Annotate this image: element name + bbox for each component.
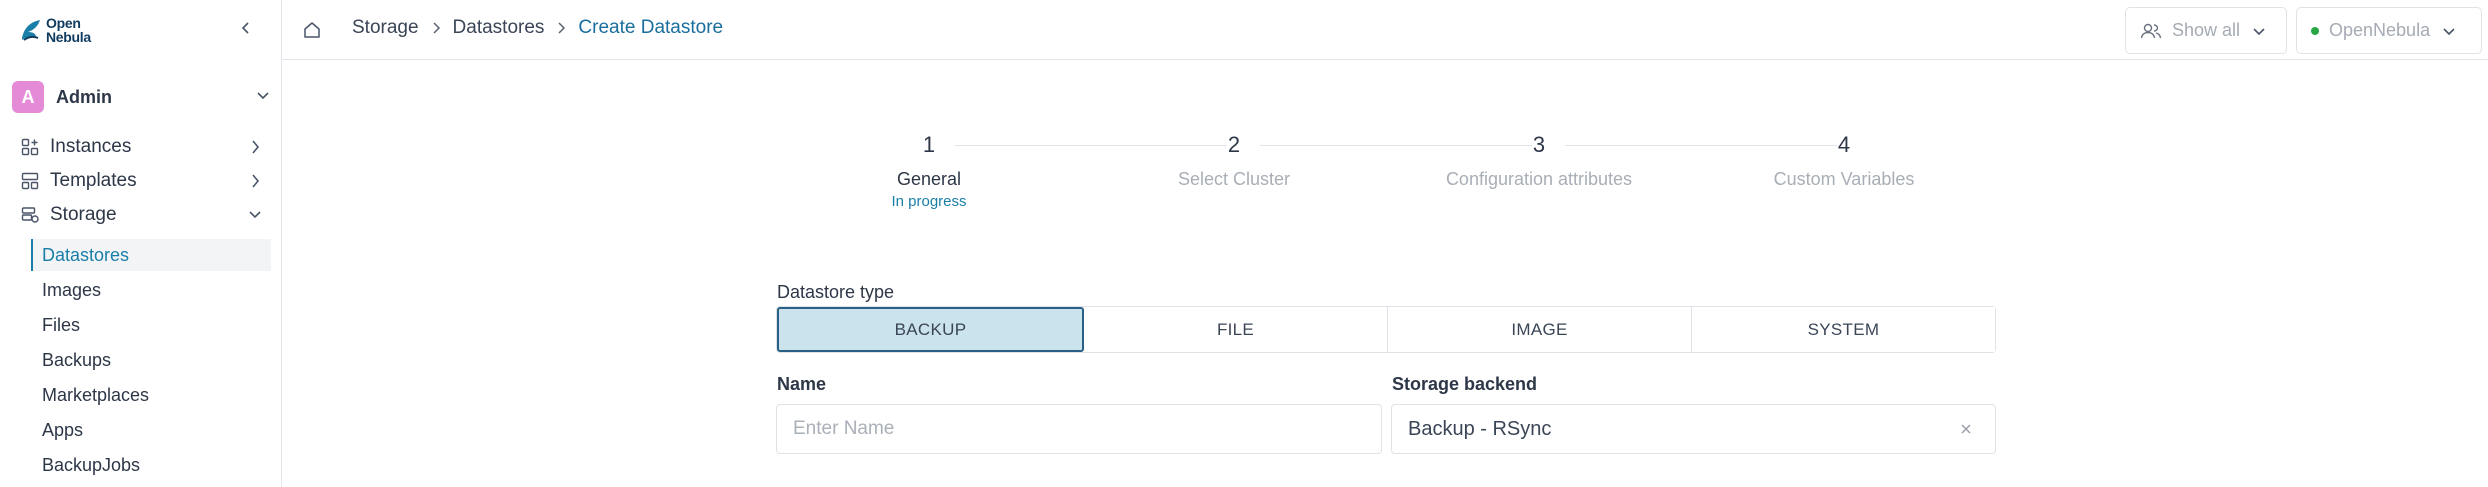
sidebar-subitem-files[interactable]: Files <box>31 309 271 341</box>
sidebar-subitem-backupjobs[interactable]: BackupJobs <box>31 449 271 481</box>
breadcrumb: Storage Datastores Create Datastore <box>352 17 723 39</box>
sidebar-item-storage[interactable]: Storage <box>20 200 270 230</box>
sidebar-item-label: Instances <box>50 136 132 157</box>
sidebar-subitem-datastores[interactable]: Datastores <box>31 239 271 271</box>
chevron-right-icon <box>431 21 441 35</box>
chevron-right-icon <box>556 21 566 35</box>
logo-line-2: Nebula <box>46 29 91 45</box>
templates-icon <box>20 171 40 191</box>
step-number: 3 <box>1532 132 1546 157</box>
storage-backend-value: Backup - RSync <box>1408 417 1552 440</box>
chevron-right-icon <box>252 174 260 188</box>
breadcrumb-storage[interactable]: Storage <box>352 17 419 39</box>
step-number: 1 <box>922 132 936 157</box>
datastore-type-image-button[interactable]: IMAGE <box>1388 307 1692 352</box>
zone-selector-button[interactable]: OpenNebula <box>2296 7 2482 54</box>
chevron-down-icon <box>2443 27 2455 35</box>
sidebar-item-label: Storage <box>50 204 117 225</box>
home-button[interactable] <box>302 20 322 40</box>
logo-text: Open Nebula <box>46 16 91 44</box>
datastore-type-label: Datastore type <box>777 282 895 302</box>
sidebar-subitem-images[interactable]: Images <box>31 274 271 306</box>
step-configuration-attributes[interactable]: 3 Configuration attributes <box>1419 132 1659 190</box>
sidebar-item-instances[interactable]: Instances <box>20 132 270 162</box>
chevron-left-icon <box>241 22 249 34</box>
user-menu[interactable]: A Admin <box>12 80 270 114</box>
step-select-cluster[interactable]: 2 Select Cluster <box>1114 132 1354 190</box>
logo-line-1: Open <box>46 15 81 31</box>
chevron-down-icon <box>257 92 269 100</box>
step-label: Configuration attributes <box>1445 169 1633 189</box>
opennebula-logo[interactable]: Open Nebula <box>20 16 91 44</box>
sidebar-subitem-apps[interactable]: Apps <box>31 414 271 446</box>
user-name: Admin <box>56 86 112 107</box>
storage-backend-label: Storage backend <box>1392 374 1538 394</box>
datastore-type-toggle-group: BACKUP FILE IMAGE SYSTEM <box>776 306 1996 353</box>
show-all-label: Show all <box>2172 20 2241 40</box>
sidebar: Open Nebula A Admin Instances Templates <box>0 0 282 487</box>
collapse-sidebar-button[interactable] <box>236 18 256 38</box>
step-label: Custom Variables <box>1773 169 1915 189</box>
storage-backend-select[interactable]: Backup - RSync <box>1391 404 1996 454</box>
clear-icon[interactable] <box>1959 422 1973 436</box>
instances-icon <box>20 137 40 157</box>
step-label: Select Cluster <box>1177 169 1291 189</box>
breadcrumb-create-datastore: Create Datastore <box>578 17 724 38</box>
step-status: In progress <box>891 193 967 210</box>
name-label: Name <box>777 374 827 394</box>
storage-icon <box>20 205 40 225</box>
name-input[interactable] <box>776 404 1382 454</box>
step-custom-variables[interactable]: 4 Custom Variables <box>1724 132 1964 190</box>
datastore-type-backup-button[interactable]: BACKUP <box>777 307 1084 352</box>
chevron-right-icon <box>252 140 260 154</box>
sidebar-item-templates[interactable]: Templates <box>20 166 270 196</box>
datastore-type-system-button[interactable]: SYSTEM <box>1692 307 1995 352</box>
sidebar-item-label: Templates <box>50 170 137 191</box>
sidebar-subitem-backups[interactable]: Backups <box>31 344 271 376</box>
zone-label: OpenNebula <box>2329 20 2431 40</box>
step-number: 4 <box>1837 132 1851 157</box>
home-icon <box>304 22 320 38</box>
chevron-down-icon <box>2253 27 2265 35</box>
step-general[interactable]: 1 General In progress <box>809 132 1049 210</box>
step-label: General <box>896 169 962 189</box>
logo-icon <box>22 20 40 41</box>
datastore-type-file-button[interactable]: FILE <box>1084 307 1388 352</box>
show-all-filter-button[interactable]: Show all <box>2125 7 2287 54</box>
topbar: Storage Datastores Create Datastore Show… <box>282 0 2488 60</box>
breadcrumb-datastores[interactable]: Datastores <box>453 17 545 39</box>
users-icon <box>2140 23 2162 38</box>
sidebar-subitem-marketplaces[interactable]: Marketplaces <box>31 379 271 411</box>
status-dot <box>2311 26 2319 35</box>
step-number: 2 <box>1227 132 1241 157</box>
chevron-down-icon <box>249 211 261 219</box>
avatar: A <box>12 81 44 113</box>
